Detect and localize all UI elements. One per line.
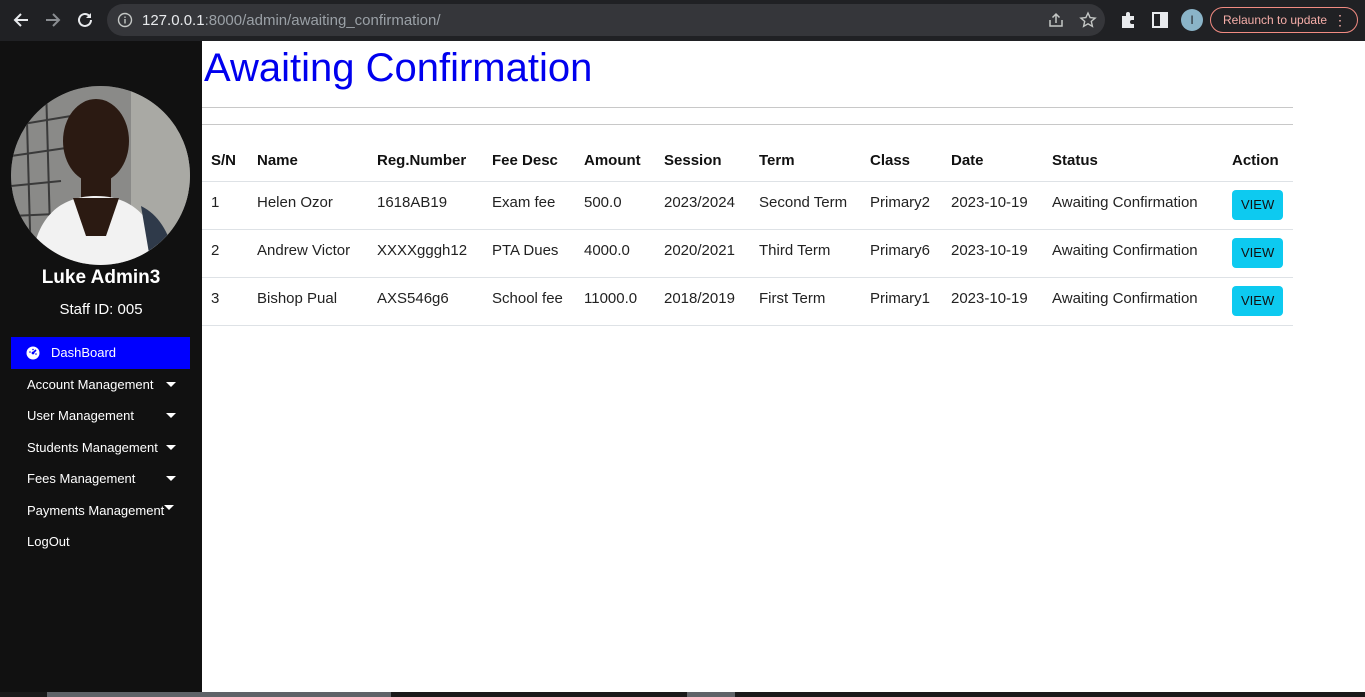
sidebar-menu: DashBoard Account Management User Manage…	[11, 337, 190, 558]
column-header: S/N	[202, 141, 248, 182]
relaunch-button[interactable]: Relaunch to update ⋮	[1210, 7, 1358, 33]
page-title: Awaiting Confirmation	[204, 46, 593, 90]
divider	[202, 107, 1293, 108]
caret-down-icon	[164, 504, 174, 510]
view-button[interactable]: VIEW	[1232, 285, 1284, 316]
sidebar-item-fees-management[interactable]: Fees Management	[11, 463, 190, 495]
column-header: Status	[1043, 141, 1223, 182]
column-header: Term	[750, 141, 861, 182]
url-text: 127.0.0.1:8000/admin/awaiting_confirmati…	[142, 12, 441, 29]
cell-status: Awaiting Confirmation	[1043, 229, 1223, 278]
sidebar-item-students-management[interactable]: Students Management	[11, 432, 190, 464]
cell-date: 2023-10-19	[942, 181, 1043, 230]
cell-sn: 1	[202, 181, 248, 230]
side-panel-icon[interactable]	[1150, 10, 1170, 30]
main-content: Awaiting Confirmation S/N Name Reg.Numbe…	[202, 41, 1365, 697]
column-header: Reg.Number	[368, 141, 483, 182]
cell-term: Second Term	[750, 181, 861, 230]
column-header: Name	[248, 141, 368, 182]
cell-status: Awaiting Confirmation	[1043, 277, 1223, 326]
cell-reg: 1618AB19	[368, 181, 483, 230]
cell-fee: PTA Dues	[483, 229, 575, 278]
cell-session: 2023/2024	[655, 181, 750, 230]
cell-action: VIEW	[1223, 229, 1293, 278]
sidebar-item-logout[interactable]: LogOut	[11, 526, 190, 558]
cell-session: 2020/2021	[655, 229, 750, 278]
cell-sn: 2	[202, 229, 248, 278]
avatar	[11, 86, 190, 265]
cell-class: Primary6	[861, 229, 942, 278]
info-icon[interactable]	[117, 12, 133, 28]
cell-date: 2023-10-19	[942, 229, 1043, 278]
extensions-icon[interactable]	[1118, 10, 1138, 30]
sidebar-item-label: Fees Management	[27, 471, 136, 486]
reload-icon[interactable]	[73, 8, 97, 32]
user-name: Luke Admin3	[41, 267, 161, 288]
column-header: Fee Desc	[483, 141, 575, 182]
sidebar-item-label: Account Management	[27, 376, 154, 392]
cell-session: 2018/2019	[655, 277, 750, 326]
relaunch-label: Relaunch to update	[1223, 13, 1328, 27]
sidebar-item-label: Payments Management	[27, 502, 165, 518]
cell-amount: 11000.0	[575, 277, 655, 326]
cell-action: VIEW	[1223, 181, 1293, 230]
sidebar: Luke Admin3 Staff ID: 005 DashBoard Acco…	[0, 41, 202, 697]
confirmation-table: S/N Name Reg.Number Fee Desc Amount Sess…	[202, 141, 1293, 326]
cell-fee: School fee	[483, 277, 575, 326]
caret-down-icon	[166, 476, 176, 481]
sidebar-item-user-management[interactable]: User Management	[11, 400, 190, 432]
cell-class: Primary1	[861, 277, 942, 326]
column-header: Session	[655, 141, 750, 182]
more-icon[interactable]: ⋮	[1333, 8, 1347, 32]
sidebar-item-label: Students Management	[27, 439, 158, 455]
table-header-row: S/N Name Reg.Number Fee Desc Amount Sess…	[202, 141, 1293, 182]
cell-fee: Exam fee	[483, 181, 575, 230]
sidebar-item-label: User Management	[27, 408, 134, 423]
cell-date: 2023-10-19	[942, 277, 1043, 326]
profile-avatar[interactable]: I	[1181, 9, 1203, 31]
browser-toolbar: 127.0.0.1:8000/admin/awaiting_confirmati…	[0, 0, 1365, 41]
cell-action: VIEW	[1223, 277, 1293, 326]
cell-amount: 4000.0	[575, 229, 655, 278]
staff-id: Staff ID: 005	[59, 301, 143, 318]
cell-status: Awaiting Confirmation	[1043, 181, 1223, 230]
column-header: Date	[942, 141, 1043, 182]
cell-sn: 3	[202, 277, 248, 326]
dashboard-icon	[26, 346, 40, 360]
sidebar-item-payments-management[interactable]: Payments Management	[11, 495, 190, 527]
caret-down-icon	[166, 413, 176, 418]
cell-name: Andrew Victor	[248, 229, 368, 278]
sidebar-item-label: LogOut	[27, 534, 70, 549]
caret-down-icon	[166, 444, 176, 450]
scrollbar-thumb[interactable]	[47, 692, 391, 697]
cell-reg: XXXXgggh12	[368, 229, 483, 278]
forward-icon[interactable]	[41, 8, 65, 32]
back-icon[interactable]	[9, 8, 33, 32]
scrollbar-thumb[interactable]	[687, 692, 735, 697]
column-header: Class	[861, 141, 942, 182]
view-button[interactable]: VIEW	[1232, 189, 1284, 220]
cell-term: Third Term	[750, 229, 861, 278]
view-button[interactable]: VIEW	[1232, 237, 1284, 268]
cell-name: Helen Ozor	[248, 181, 368, 230]
cell-term: First Term	[750, 277, 861, 326]
divider	[202, 124, 1293, 125]
share-icon[interactable]	[1047, 11, 1065, 29]
column-header: Amount	[575, 141, 655, 182]
cell-name: Bishop Pual	[248, 277, 368, 326]
cell-amount: 500.0	[575, 181, 655, 230]
sidebar-item-account-management[interactable]: Account Management	[11, 369, 190, 401]
address-bar[interactable]: 127.0.0.1:8000/admin/awaiting_confirmati…	[107, 4, 1105, 36]
cell-class: Primary2	[861, 181, 942, 230]
star-icon[interactable]	[1079, 11, 1097, 29]
table-row: 2 Andrew Victor XXXXgggh12 PTA Dues 4000…	[202, 229, 1293, 278]
cell-reg: AXS546g6	[368, 277, 483, 326]
caret-down-icon	[166, 381, 176, 387]
sidebar-item-dashboard[interactable]: DashBoard	[11, 337, 190, 369]
table-row: 3 Bishop Pual AXS546g6 School fee 11000.…	[202, 277, 1293, 326]
table-row: 1 Helen Ozor 1618AB19 Exam fee 500.0 202…	[202, 181, 1293, 230]
column-header: Action	[1223, 141, 1293, 182]
sidebar-item-label: DashBoard	[51, 345, 117, 360]
